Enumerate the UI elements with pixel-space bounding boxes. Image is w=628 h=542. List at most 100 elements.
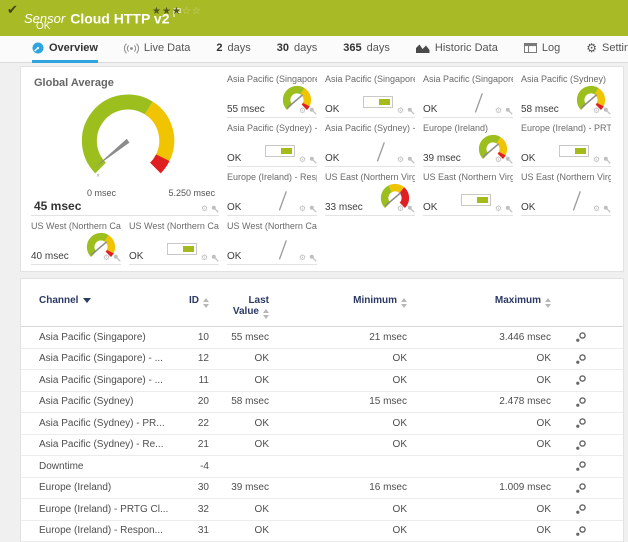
gear-icon[interactable]: ⚙ [593, 205, 600, 213]
gear-icon[interactable]: ⚙ [495, 156, 502, 164]
table-row: Asia Pacific (Sydney)2058 msec15 msec2.4… [21, 392, 623, 414]
edit-channel-icon[interactable] [575, 525, 587, 537]
table-row: Asia Pacific (Singapore) - ...11OKOKOK [21, 370, 623, 392]
log-table-icon [524, 43, 537, 53]
global-average-gauge: × [61, 86, 195, 190]
priority-stars[interactable]: ★★★☆☆ [152, 6, 202, 17]
pin-icon[interactable] [309, 254, 317, 262]
gear-icon[interactable]: ⚙ [299, 205, 306, 213]
table-row: Europe (Ireland)3039 msec16 msec1.009 ms… [21, 478, 623, 500]
table-row: Downtime-4 [21, 456, 623, 478]
tab-label: Log [542, 42, 560, 54]
global-average-tile: Global Average × 0 msec 5.250 msec 45 ms… [31, 73, 219, 216]
channel-tile: Asia Pacific (Singapore) - PR... OK ⚙ [325, 73, 415, 118]
edit-channel-icon[interactable] [575, 331, 587, 343]
channel-tile: Asia Pacific (Sydney) 58 msec ⚙ [521, 73, 611, 118]
gear-icon: ⚙ [586, 41, 597, 55]
pin-icon[interactable] [407, 107, 415, 115]
channel-tile: US East (Northern Virginia) - ... OK ⚙ [423, 171, 513, 216]
pin-icon[interactable] [211, 205, 219, 213]
needle-icon [465, 89, 491, 115]
edit-channel-icon[interactable] [575, 396, 587, 408]
gear-icon[interactable]: ⚙ [103, 254, 110, 262]
pin-icon[interactable] [505, 107, 513, 115]
tab-2-days[interactable]: 2 days [216, 36, 250, 63]
channel-tile: Europe (Ireland) - PRTG Cloud... OK ⚙ [521, 122, 611, 167]
header-maximum[interactable]: Maximum [407, 295, 551, 308]
pin-icon[interactable] [309, 107, 317, 115]
gear-icon[interactable]: ⚙ [201, 254, 208, 262]
channel-tile: US West (Northern California)... OK ⚙ [227, 220, 317, 265]
gear-icon[interactable]: ⚙ [299, 156, 306, 164]
channel-tile: US West (Northern California)... OK ⚙ [129, 220, 219, 265]
tab-label: Live Data [144, 42, 190, 54]
channel-tile: Asia Pacific (Singapore) - Res... OK ⚙ [423, 73, 513, 118]
needle-icon [563, 187, 589, 213]
pin-icon[interactable] [407, 156, 415, 164]
table-row: Asia Pacific (Singapore) - ...12OKOKOK [21, 349, 623, 371]
pin-icon[interactable] [603, 205, 611, 213]
edit-channel-icon[interactable] [575, 482, 587, 494]
sort-desc-icon [83, 298, 91, 303]
header-channel[interactable]: Channel [39, 295, 187, 306]
edit-channel-icon[interactable] [575, 439, 587, 451]
table-header-row: Channel ID LastValue Minimum Maximum [21, 295, 623, 327]
gear-icon[interactable]: ⚙ [593, 156, 600, 164]
pin-icon[interactable] [309, 205, 317, 213]
edit-channel-icon[interactable] [575, 374, 587, 386]
pin-icon[interactable] [505, 156, 513, 164]
pin-icon[interactable] [505, 205, 513, 213]
edit-channel-icon[interactable] [575, 503, 587, 515]
needle-icon [269, 236, 295, 262]
status-bar-icon [461, 194, 491, 206]
channel-tile: Asia Pacific (Sydney) - Respo... OK ⚙ [325, 122, 415, 167]
table-row: Asia Pacific (Sydney) - PR...22OKOKOK [21, 413, 623, 435]
sensor-status-text: OK [36, 21, 50, 32]
pin-icon[interactable] [309, 156, 317, 164]
global-average-value: 45 msec [34, 199, 81, 213]
gear-icon[interactable]: ⚙ [299, 254, 306, 262]
tab-overview[interactable]: Overview [32, 36, 98, 63]
gear-icon[interactable]: ⚙ [593, 107, 600, 115]
gear-icon[interactable]: ⚙ [299, 107, 306, 115]
gear-icon[interactable]: ⚙ [397, 107, 404, 115]
table-row: Asia Pacific (Sydney) - Re...21OKOKOK [21, 435, 623, 457]
pin-icon[interactable] [603, 107, 611, 115]
edit-channel-icon[interactable] [575, 417, 587, 429]
gear-icon[interactable]: ⚙ [201, 205, 208, 213]
channel-tile: US East (Northern Virginia) 33 msec ⚙ [325, 171, 415, 216]
channel-tile: Asia Pacific (Sydney) - PRTG ... OK ⚙ [227, 122, 317, 167]
channel-tile: Asia Pacific (Singapore) 55 msec ⚙ [227, 73, 317, 118]
gear-icon[interactable]: ⚙ [495, 205, 502, 213]
header-minimum[interactable]: Minimum [275, 295, 407, 308]
ok-checkmark-icon: ✔ [7, 3, 18, 18]
tab-365-days[interactable]: 365 days [343, 36, 390, 63]
channel-tile: US East (Northern Virginia) - ... OK ⚙ [521, 171, 611, 216]
gauge-max-label: 5.250 msec [168, 188, 215, 198]
gear-icon[interactable]: ⚙ [397, 156, 404, 164]
edit-channel-icon[interactable] [575, 460, 587, 472]
table-row: Europe (Ireland) - PRTG Cl...32OKOKOK [21, 499, 623, 521]
tab-bar: Overview Live Data 2 days 30 days 365 da… [0, 36, 628, 63]
tab-live-data[interactable]: Live Data [124, 36, 190, 63]
sort-icon [263, 309, 269, 319]
channel-tile: Europe (Ireland) - Response C... OK ⚙ [227, 171, 317, 216]
tab-30-days[interactable]: 30 days [277, 36, 318, 63]
pin-icon[interactable] [407, 205, 415, 213]
edit-channel-icon[interactable] [575, 353, 587, 365]
header-last-value[interactable]: LastValue [209, 295, 275, 319]
pin-icon[interactable] [113, 254, 121, 262]
tab-label: Overview [49, 42, 98, 54]
status-bar-icon [265, 145, 295, 157]
gear-icon[interactable]: ⚙ [495, 107, 502, 115]
pin-icon[interactable] [603, 156, 611, 164]
tab-settings[interactable]: ⚙ Settings [586, 36, 628, 63]
channels-table: Channel ID LastValue Minimum Maximum Asi… [20, 278, 624, 542]
pin-icon[interactable] [211, 254, 219, 262]
status-bar-icon [363, 96, 393, 108]
header-id[interactable]: ID [187, 295, 209, 308]
status-bar-icon [559, 145, 589, 157]
tab-historic-data[interactable]: Historic Data [416, 36, 498, 63]
gear-icon[interactable]: ⚙ [397, 205, 404, 213]
tab-log[interactable]: Log [524, 36, 560, 63]
